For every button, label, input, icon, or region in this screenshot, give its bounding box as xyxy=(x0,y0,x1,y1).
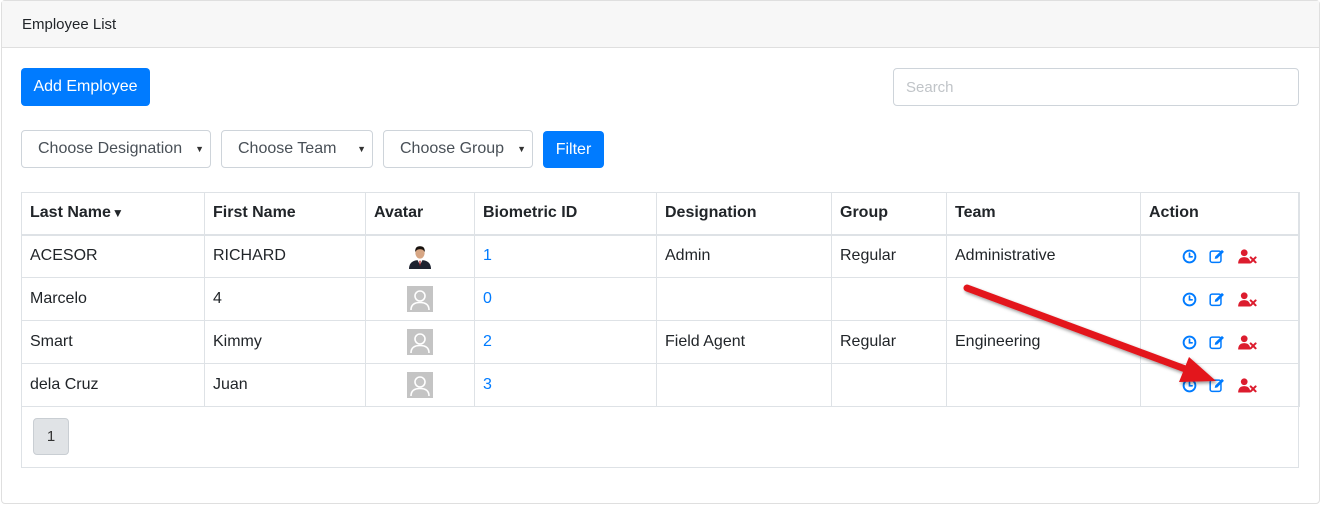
cell-team: Administrative xyxy=(946,234,1141,278)
column-header-last-name[interactable]: Last Name▼ xyxy=(21,192,205,236)
designation-select[interactable]: Choose Designation ▼ xyxy=(21,130,211,168)
row-actions xyxy=(1149,377,1291,393)
filter-button[interactable]: Filter xyxy=(543,131,604,168)
column-header-biometric-id[interactable]: Biometric ID xyxy=(474,192,657,236)
edit-icon[interactable] xyxy=(1209,292,1226,307)
cell-biometric-id: 3 xyxy=(474,363,657,407)
cell-designation: Field Agent xyxy=(656,320,832,364)
caret-down-icon: ▼ xyxy=(195,144,204,154)
group-select[interactable]: Choose Group ▼ xyxy=(383,130,533,168)
cell-designation: Admin xyxy=(656,234,832,278)
cell-action xyxy=(1140,277,1300,321)
cell-first-name: Juan xyxy=(204,363,366,407)
edit-icon[interactable] xyxy=(1209,249,1226,264)
cell-last-name: ACESOR xyxy=(21,234,205,278)
cell-group xyxy=(831,277,947,321)
table-header-row: Last Name▼ First Name Avatar Biometric I… xyxy=(21,192,1300,236)
cell-team xyxy=(946,277,1141,321)
default-avatar-icon xyxy=(407,286,433,312)
pagination-page-1[interactable]: 1 xyxy=(33,418,69,455)
page-title: Employee List xyxy=(22,15,117,33)
search-input[interactable] xyxy=(893,68,1299,106)
cell-avatar xyxy=(365,363,475,407)
row-actions xyxy=(1149,334,1291,350)
cell-group xyxy=(831,363,947,407)
cell-last-name: Smart xyxy=(21,320,205,364)
column-header-action: Action xyxy=(1140,192,1300,236)
cell-avatar xyxy=(365,320,475,364)
avatar xyxy=(407,243,433,270)
add-employee-button[interactable]: Add Employee xyxy=(21,68,150,106)
cell-first-name: Kimmy xyxy=(204,320,366,364)
employee-table: Last Name▼ First Name Avatar Biometric I… xyxy=(21,192,1300,407)
cell-group: Regular xyxy=(831,320,947,364)
card-header: Employee List xyxy=(2,1,1319,48)
cell-biometric-id: 1 xyxy=(474,234,657,278)
cell-team xyxy=(946,363,1141,407)
clock-icon[interactable] xyxy=(1182,249,1197,264)
default-avatar-icon xyxy=(407,372,433,398)
team-select-value: Choose Team xyxy=(238,140,337,157)
cell-action xyxy=(1140,363,1300,407)
column-header-first-name[interactable]: First Name xyxy=(204,192,366,236)
user-remove-icon[interactable] xyxy=(1238,249,1257,264)
cell-action xyxy=(1140,320,1300,364)
cell-action xyxy=(1140,234,1300,278)
row-actions xyxy=(1149,291,1291,307)
cell-biometric-id: 2 xyxy=(474,320,657,364)
cell-biometric-id: 0 xyxy=(474,277,657,321)
sort-desc-icon[interactable]: ▼ xyxy=(112,206,124,220)
edit-icon[interactable] xyxy=(1209,378,1226,393)
cell-designation xyxy=(656,277,832,321)
cell-avatar xyxy=(365,234,475,278)
table-row: Smart Kimmy 2 Field Agent Regular Engine… xyxy=(21,320,1300,364)
edit-icon[interactable] xyxy=(1209,335,1226,350)
team-select[interactable]: Choose Team ▼ xyxy=(221,130,373,168)
cell-avatar xyxy=(365,277,475,321)
cell-first-name: 4 xyxy=(204,277,366,321)
column-header-avatar: Avatar xyxy=(365,192,475,236)
column-header-designation[interactable]: Designation xyxy=(656,192,832,236)
cell-designation xyxy=(656,363,832,407)
biometric-id-link[interactable]: 3 xyxy=(483,376,492,393)
caret-down-icon: ▼ xyxy=(517,144,526,154)
biometric-id-link[interactable]: 2 xyxy=(483,333,492,350)
user-remove-icon[interactable] xyxy=(1238,291,1257,307)
column-header-group[interactable]: Group xyxy=(831,192,947,236)
clock-icon[interactable] xyxy=(1182,292,1197,307)
user-remove-icon[interactable] xyxy=(1238,377,1257,393)
row-actions xyxy=(1149,249,1291,264)
caret-down-icon: ▼ xyxy=(357,144,366,154)
user-remove-icon[interactable] xyxy=(1238,334,1257,350)
designation-select-value: Choose Designation xyxy=(38,140,183,157)
biometric-id-link[interactable]: 1 xyxy=(483,247,492,264)
employee-table-container: Last Name▼ First Name Avatar Biometric I… xyxy=(21,192,1300,468)
column-header-team[interactable]: Team xyxy=(946,192,1141,236)
cell-first-name: RICHARD xyxy=(204,234,366,278)
cell-last-name: Marcelo xyxy=(21,277,205,321)
clock-icon[interactable] xyxy=(1182,335,1197,350)
default-avatar-icon xyxy=(407,329,433,355)
table-row: ACESOR RICHARD 1 Admin Regular Administr… xyxy=(21,234,1300,278)
table-row: Marcelo 4 0 xyxy=(21,277,1300,321)
table-row: dela Cruz Juan 3 xyxy=(21,363,1300,407)
clock-icon[interactable] xyxy=(1182,378,1197,393)
cell-last-name: dela Cruz xyxy=(21,363,205,407)
cell-group: Regular xyxy=(831,234,947,278)
group-select-value: Choose Group xyxy=(400,140,505,157)
biometric-id-link[interactable]: 0 xyxy=(483,290,492,307)
cell-team: Engineering xyxy=(946,320,1141,364)
